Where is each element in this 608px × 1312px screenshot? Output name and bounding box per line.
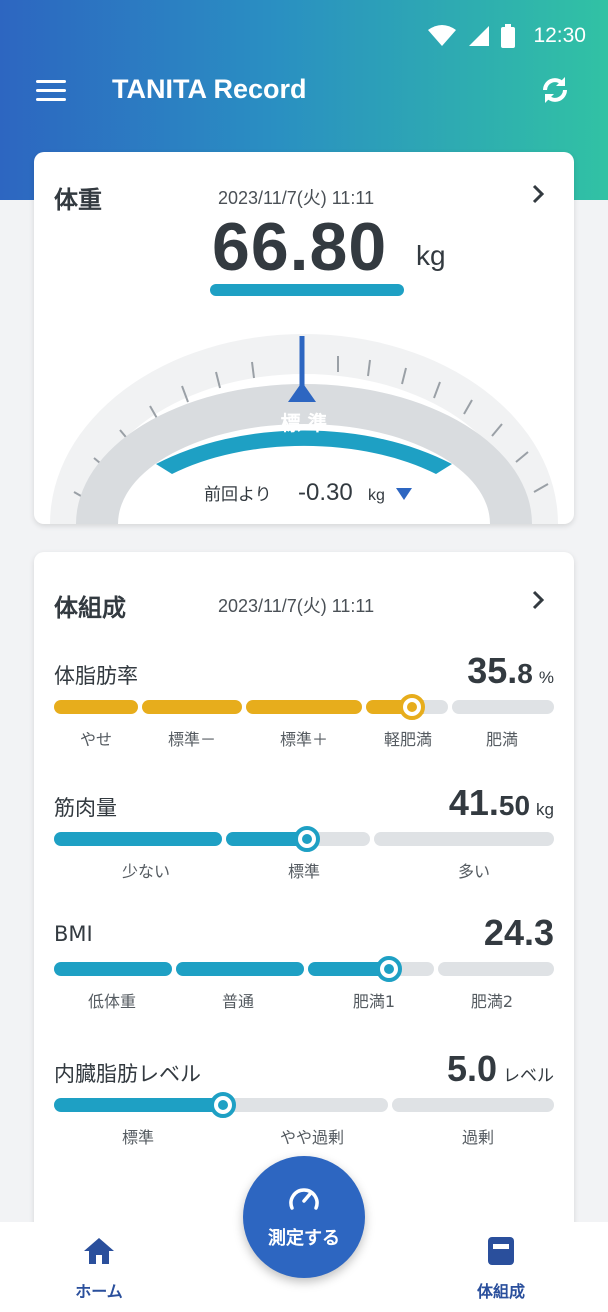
muscle-mass-value: 41.50 kg (448, 782, 554, 823)
status-bar: 12:30 (427, 18, 586, 54)
body-fat-marker (399, 694, 425, 720)
app-bar: TANITA Record (0, 62, 608, 118)
chevron-right-icon[interactable] (528, 184, 548, 204)
bmi-bar (54, 956, 554, 982)
category-label: 肥満2 (470, 992, 514, 1011)
body-composition-card[interactable]: 体組成 2023/11/7(火) 11:11 体脂肪率 35.8% やせ 標準－… (34, 552, 574, 1232)
battery-icon (501, 24, 516, 48)
body-fat-label: 体脂肪率 (54, 664, 138, 688)
category-label: 過剰 (461, 1128, 495, 1147)
muscle-mass-marker (294, 826, 320, 852)
wifi-icon (428, 25, 457, 46)
weight-date: 2023/11/7(火) 11:11 (218, 188, 375, 208)
status-time: 12:30 (533, 24, 586, 47)
gauge-band-label: 標 準 (281, 411, 328, 435)
change-value: -0.30 (298, 479, 353, 506)
nav-body-label: 体組成 (476, 1282, 525, 1301)
body-fat-value: 35.8% (467, 650, 554, 691)
weight-gauge: 50 60 70 標 準 前回より -0.30 kg (50, 334, 558, 524)
chevron-right-icon[interactable] (528, 590, 548, 610)
weight-underline (210, 284, 404, 296)
visceral-fat-bar (54, 1092, 554, 1118)
weight-card[interactable]: 体重 2023/11/7(火) 11:11 66.80 kg 50 60 (34, 152, 574, 524)
bmi-marker (376, 956, 402, 982)
weight-card-title: 体重 (54, 186, 102, 214)
visceral-fat-value: 5.0 レベル (446, 1048, 554, 1089)
body-fat-bar (54, 694, 554, 720)
change-unit: kg (368, 487, 385, 504)
category-label: 肥満 (485, 730, 519, 749)
nav-home-label: ホーム (75, 1282, 123, 1301)
category-label: 少ない (121, 862, 171, 881)
category-label: 低体重 (87, 992, 137, 1011)
bmi-value: 24.3 (483, 912, 554, 953)
category-label: 普通 (221, 992, 255, 1011)
category-label: 標準－ (167, 730, 217, 749)
muscle-mass-bar (54, 826, 554, 852)
muscle-mass-label: 筋肉量 (54, 796, 117, 820)
signal-icon (469, 26, 490, 46)
change-label: 前回より (204, 485, 272, 505)
visceral-fat-marker (210, 1092, 236, 1118)
measure-button[interactable]: 測定する (243, 1156, 365, 1278)
measure-button-label: 測定する (268, 1228, 340, 1249)
body-card-title: 体組成 (54, 594, 126, 622)
app-title: TANITA Record (112, 74, 307, 104)
category-label: 標準＋ (279, 730, 329, 749)
category-label: 多い (457, 862, 491, 881)
visceral-fat-label: 内臓脂肪レベル (54, 1062, 201, 1086)
category-label: 標準 (287, 862, 321, 881)
category-label: やや過剰 (279, 1128, 345, 1147)
speedometer-icon (289, 1188, 319, 1210)
bmi-label: BMI (54, 922, 93, 946)
nav-body-composition[interactable]: 体組成 (446, 1236, 556, 1302)
category-label: 標準 (121, 1128, 155, 1147)
category-label: 軽肥満 (383, 730, 433, 749)
sync-icon[interactable] (536, 71, 574, 109)
home-icon (84, 1238, 114, 1264)
menu-icon[interactable] (36, 80, 66, 102)
weight-unit: kg (416, 240, 446, 271)
nav-home[interactable]: ホーム (44, 1236, 154, 1302)
category-label: やせ (79, 730, 113, 749)
category-label: 肥満1 (352, 992, 396, 1011)
body-composition-icon (488, 1237, 514, 1265)
body-date: 2023/11/7(火) 11:11 (218, 596, 375, 616)
weight-value: 66.80 (212, 209, 388, 285)
